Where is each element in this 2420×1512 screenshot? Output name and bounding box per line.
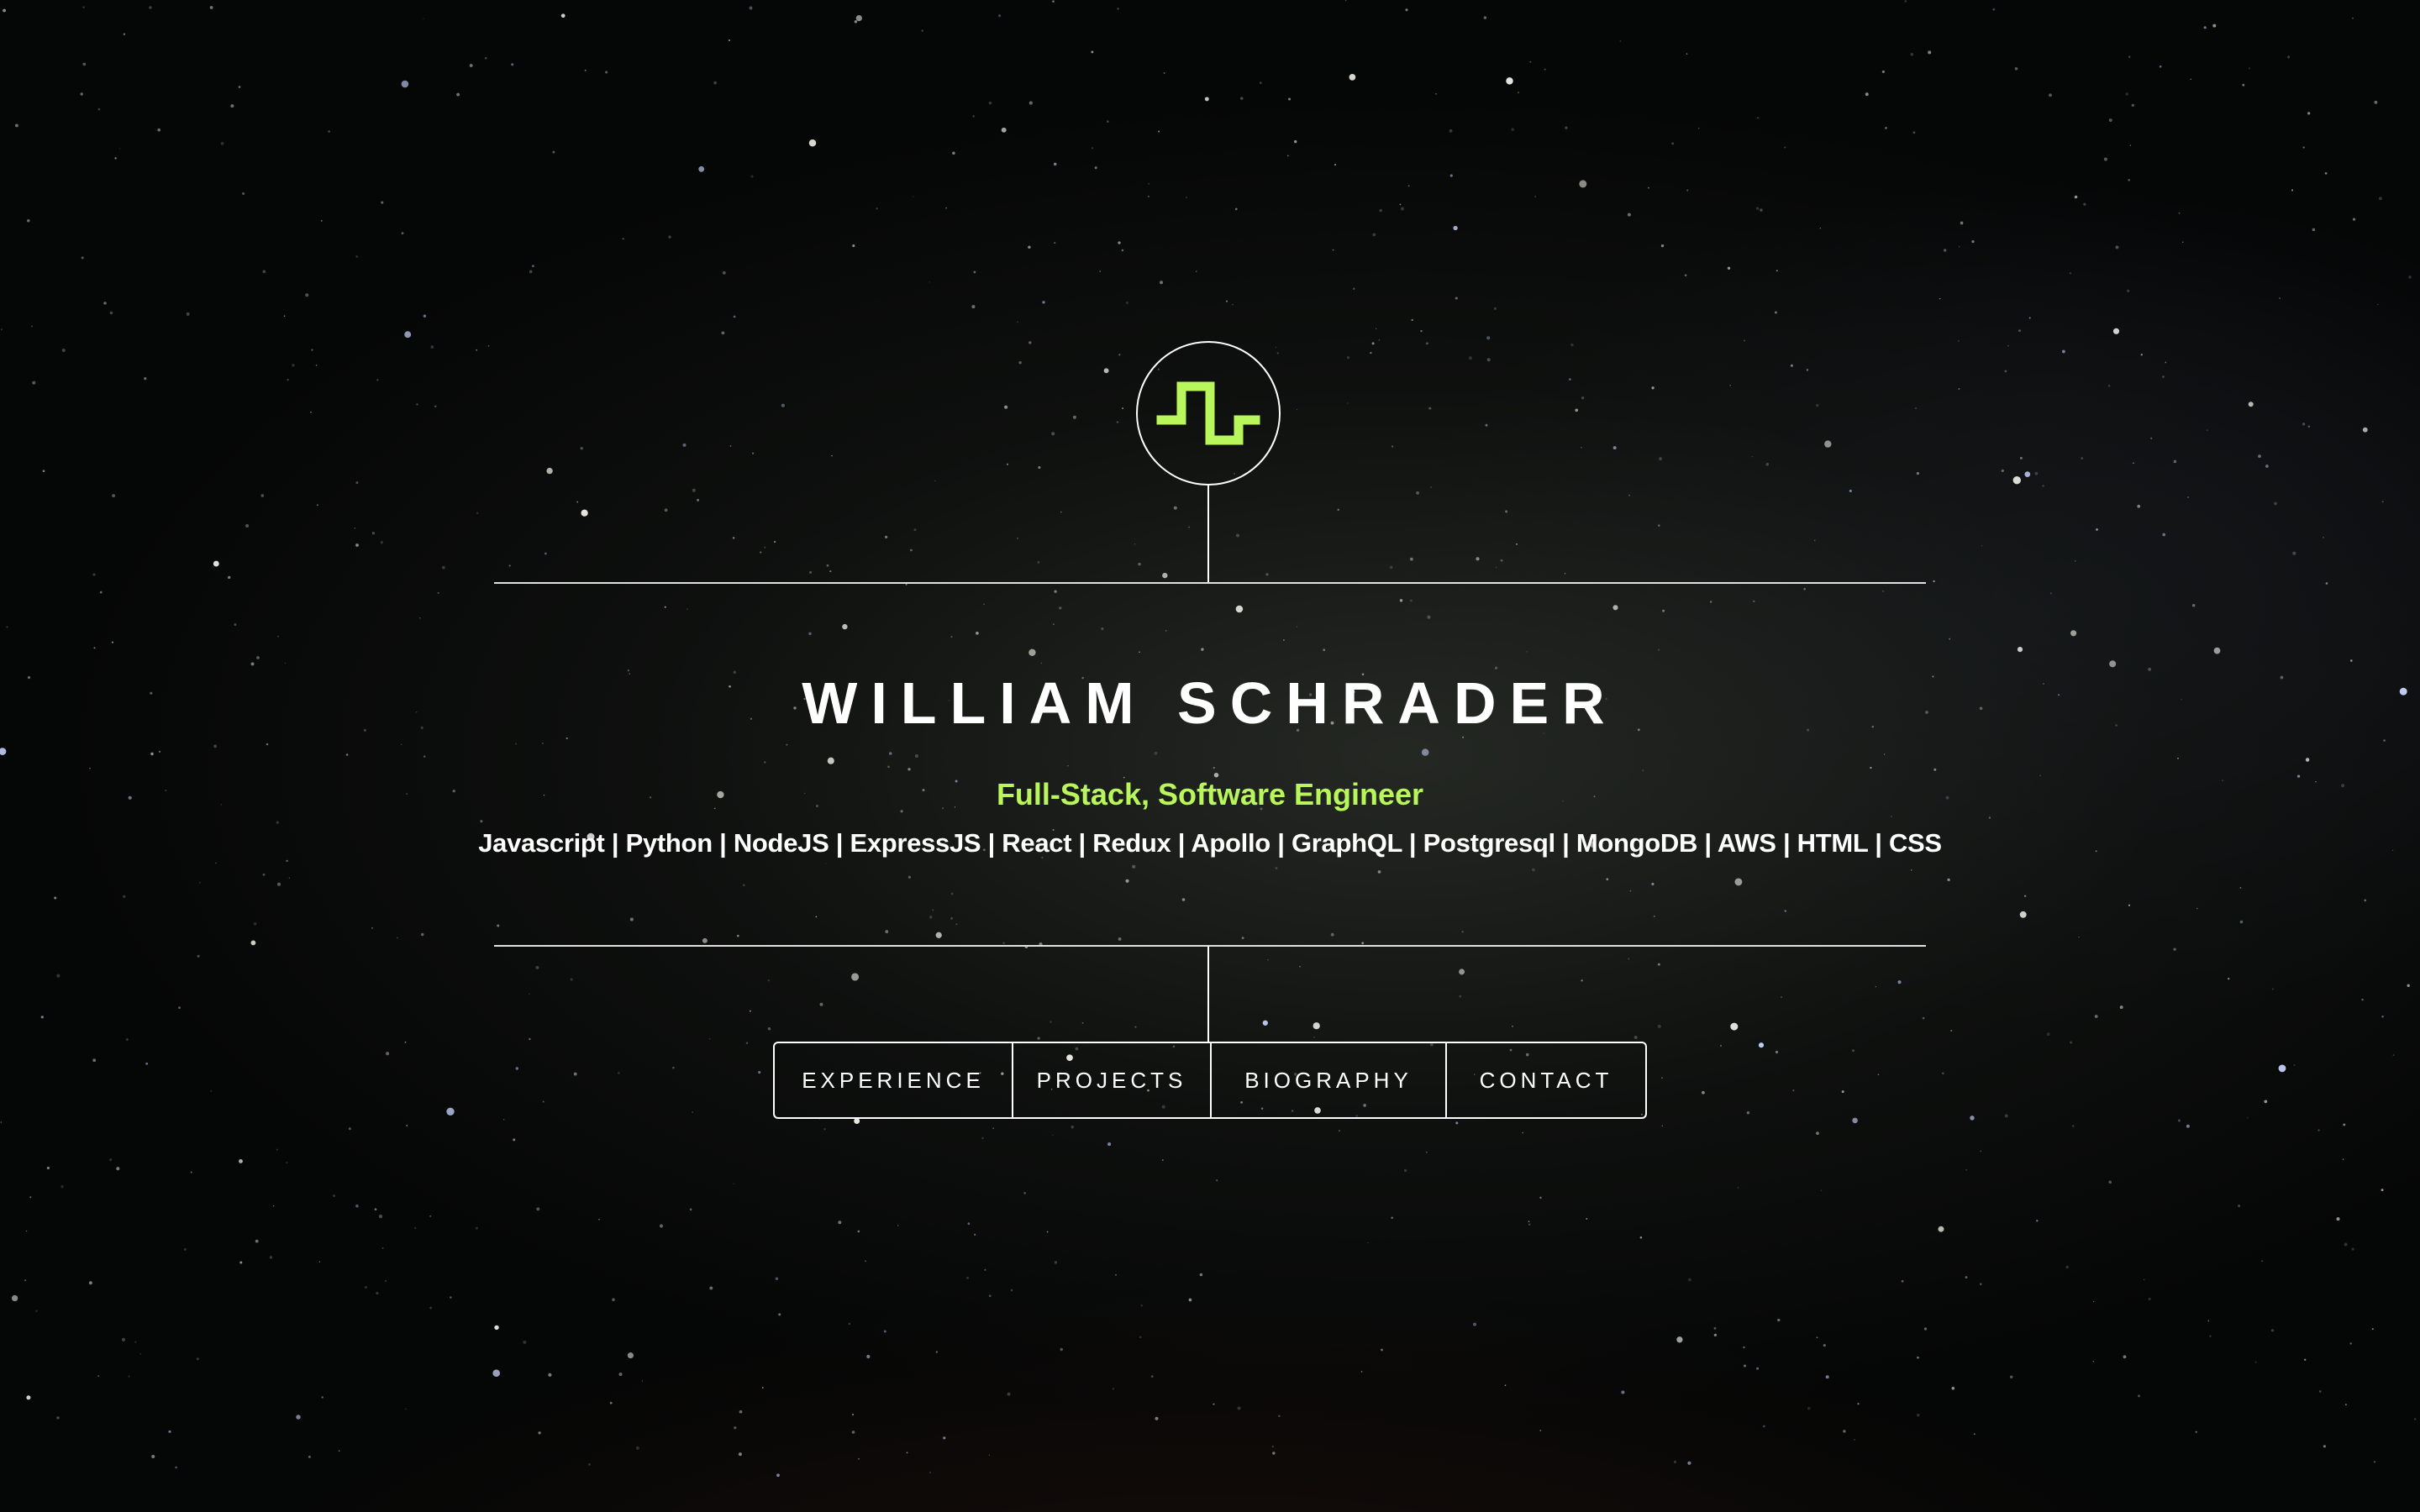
main-nav: EXPERIENCE PROJECTS BIOGRAPHY CONTACT xyxy=(773,1042,1647,1119)
logo[interactable] xyxy=(1136,341,1281,486)
hero-name: WILLIAM SCHRADER xyxy=(802,670,1618,736)
nav-connector-line xyxy=(1207,946,1209,1042)
square-wave-icon xyxy=(1156,381,1260,445)
top-divider xyxy=(494,582,1926,584)
nav-contact[interactable]: CONTACT xyxy=(1445,1043,1645,1117)
nav-biography[interactable]: BIOGRAPHY xyxy=(1210,1043,1445,1117)
nav-projects[interactable]: PROJECTS xyxy=(1012,1043,1210,1117)
starfield-background xyxy=(0,0,2417,1478)
bottom-divider xyxy=(494,945,1926,947)
logo-connector-line xyxy=(1207,486,1209,583)
nav-experience[interactable]: EXPERIENCE xyxy=(775,1043,1012,1117)
hero-role: Full-Stack, Software Engineer xyxy=(996,777,1424,811)
hero-skills: Javascript | Python | NodeJS | ExpressJS… xyxy=(478,828,1942,858)
